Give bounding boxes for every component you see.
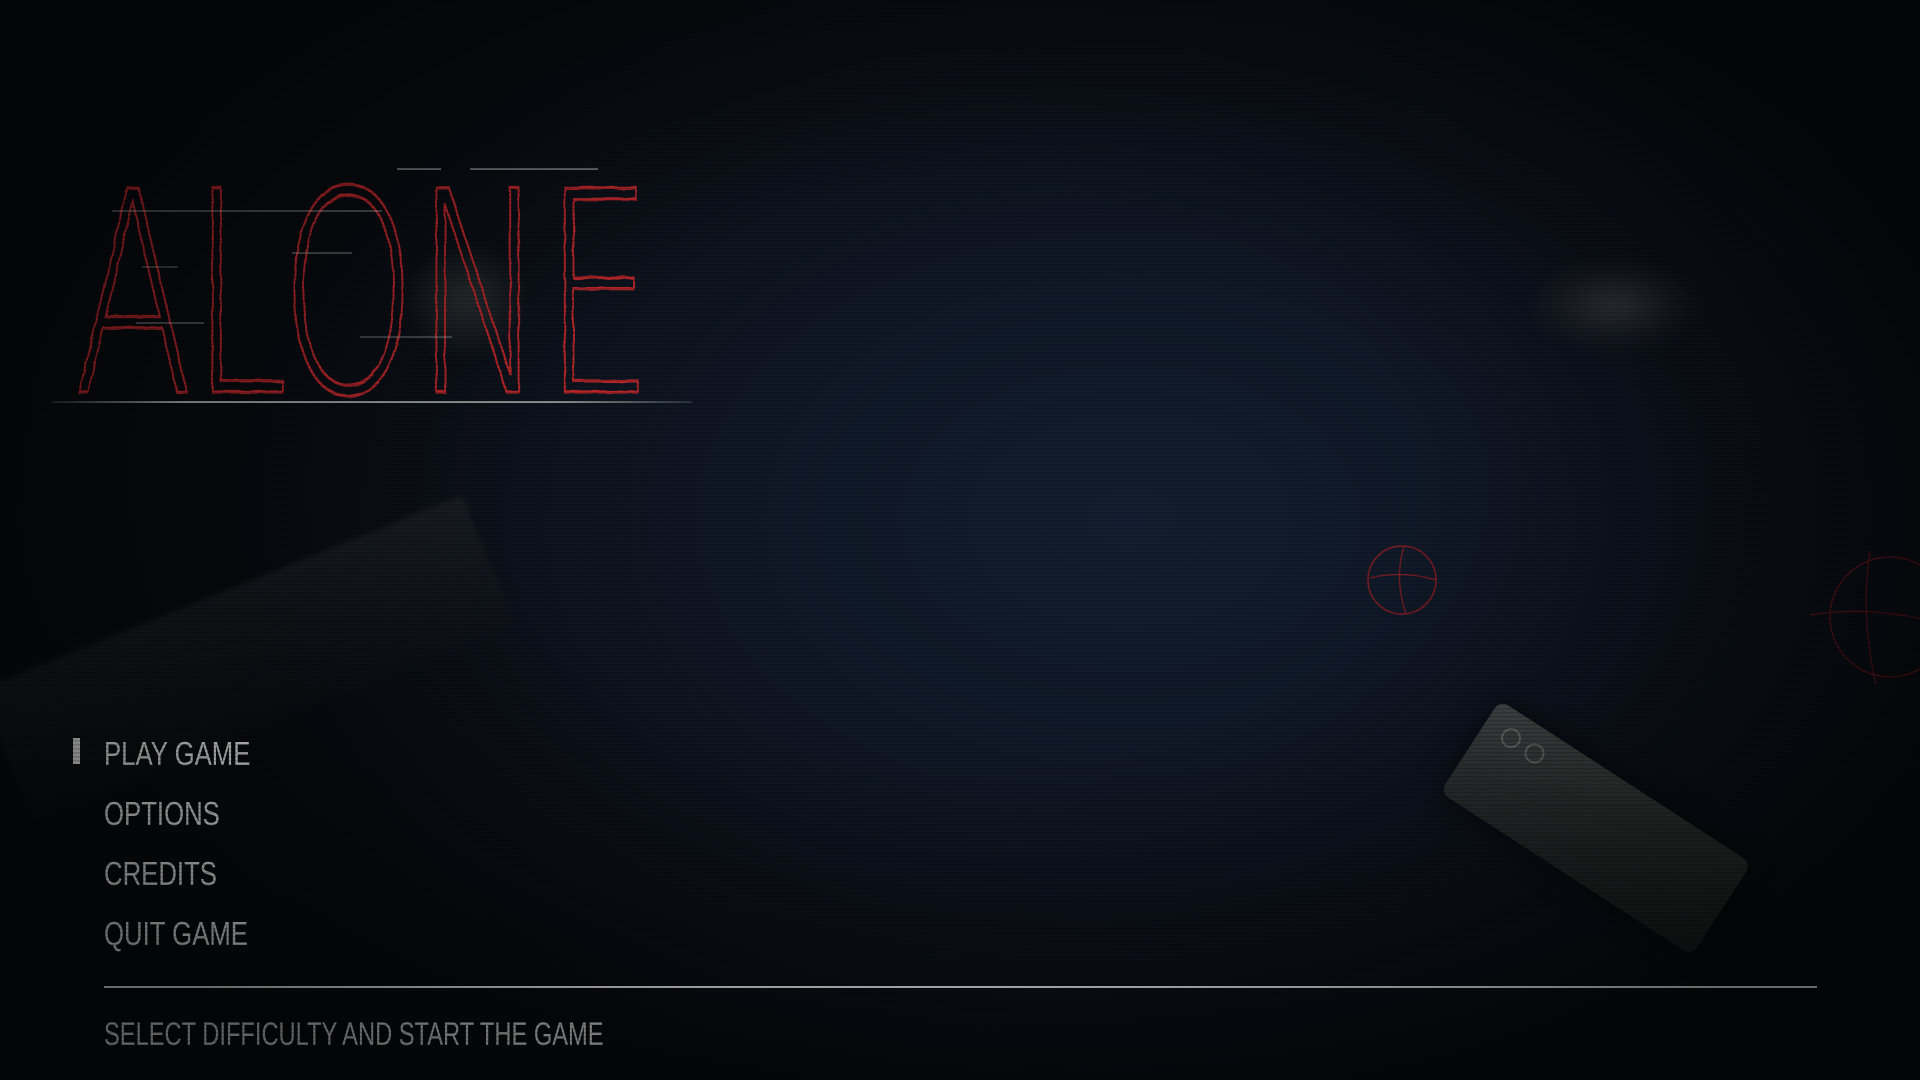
title-glitch-line — [397, 168, 441, 170]
title-underline-divider — [52, 401, 692, 403]
device-dial-icon — [1497, 724, 1525, 752]
title-glitch-line — [470, 168, 598, 170]
game-title-svg: ALONE — [72, 160, 655, 410]
red-target-marker-icon — [1810, 550, 1920, 686]
menu-item-play-game[interactable]: PLAY GAME — [104, 726, 250, 786]
background-grime-stain — [1530, 260, 1700, 350]
title-glitch-line — [292, 252, 352, 254]
footer-divider — [104, 986, 1817, 988]
title-glitch-line — [136, 322, 204, 324]
main-menu: PLAY GAME OPTIONS CREDITS QUIT GAME — [104, 726, 292, 966]
red-target-marker-icon — [1367, 545, 1437, 615]
game-title-text: ALONE — [74, 160, 652, 410]
device-dial-icon — [1520, 739, 1549, 768]
menu-item-credits[interactable]: CREDITS — [104, 846, 250, 906]
title-glitch-line — [360, 336, 452, 338]
menu-item-options[interactable]: OPTIONS — [104, 786, 250, 846]
main-menu-screen: ALONE PLAY GAME OPTIONS CREDITS QUIT GAM… — [0, 0, 1920, 1080]
menu-selection-indicator — [73, 738, 80, 764]
menu-hint-text: SELECT DIFFICULTY AND START THE GAME — [104, 1016, 604, 1052]
title-glitch-line — [112, 210, 382, 212]
title-glitch-line — [142, 266, 178, 268]
background-prop-device — [1440, 700, 1752, 956]
game-title-logo: ALONE — [52, 160, 692, 410]
menu-item-quit-game[interactable]: QUIT GAME — [104, 906, 250, 966]
